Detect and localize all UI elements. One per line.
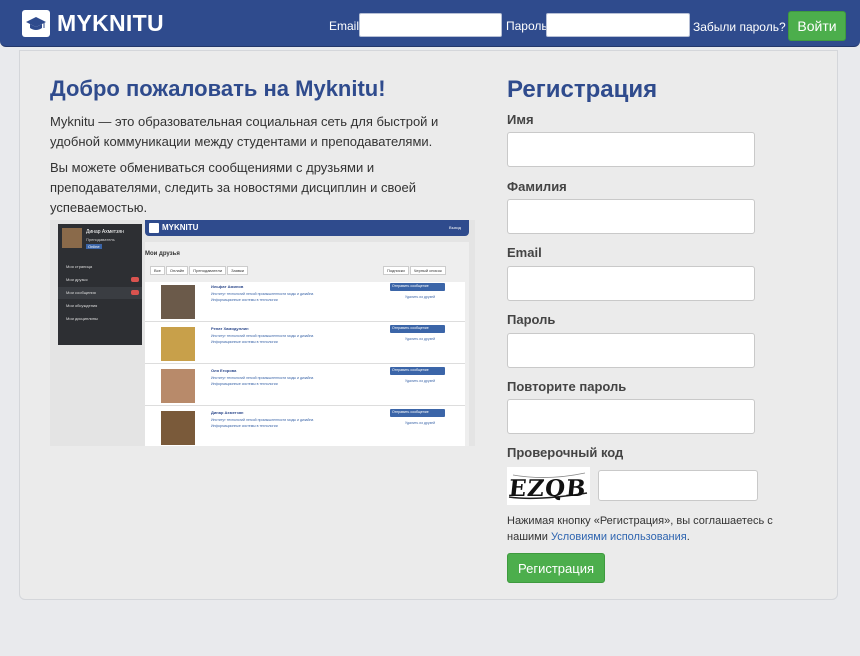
preview-remove-link: Удалить из друзей xyxy=(405,421,436,425)
password-repeat-input[interactable] xyxy=(507,399,755,434)
preview-remove-link: Удалить из друзей xyxy=(405,295,436,299)
preview-sidebar: Динар Ахметзян Преподаватель Online Моя … xyxy=(58,224,142,345)
terms-text: Нажимая кнопку «Регистрация», вы соглаша… xyxy=(507,513,797,545)
preview-badge xyxy=(131,277,139,282)
preview-exit: Выход xyxy=(449,225,461,230)
terms-suffix: . xyxy=(686,531,690,543)
brand-name: MYKNITU xyxy=(57,10,164,36)
preview-remove-link: Удалить из друзей xyxy=(405,337,436,341)
preview-tab: Черный список xyxy=(409,266,446,275)
preview-friend-photo xyxy=(161,327,195,361)
preview-friend-row: Ильфат Аминов Институт технологий легкой… xyxy=(145,282,465,322)
preview-tab: Преподаватели xyxy=(189,266,227,275)
preview-friend-row: Оля Егорова Институт технологий легкой п… xyxy=(145,366,465,406)
preview-send-button: Отправить сообщение xyxy=(390,325,445,333)
preview-brand: MYKNITU xyxy=(162,223,199,232)
preview-friend-row: Динар Ахметзян Институт технологий легко… xyxy=(145,408,465,446)
first-name-input[interactable] xyxy=(507,132,755,167)
password-label: Пароль xyxy=(507,312,556,327)
last-name-label: Фамилия xyxy=(507,179,567,194)
first-name-label: Имя xyxy=(507,112,534,127)
preview-tab: Онлайн xyxy=(165,266,189,275)
preview-menu-item: Мои друзья xyxy=(66,277,88,282)
preview-topbar: MYKNITU Выход xyxy=(145,220,469,236)
registration-title: Регистрация xyxy=(507,76,658,103)
captcha-image: EZQB xyxy=(507,467,590,505)
login-email-input[interactable] xyxy=(359,13,502,37)
password-repeat-label: Повторите пароль xyxy=(507,379,627,394)
last-name-input[interactable] xyxy=(507,199,755,234)
login-password-label: Пароль xyxy=(506,19,548,33)
graduation-cap-icon xyxy=(22,10,50,37)
preview-send-button: Отправить сообщение xyxy=(390,283,445,291)
preview-send-button: Отправить сообщение xyxy=(390,409,445,417)
preview-tabs: Все Онлайн Преподаватели Заявки xyxy=(150,266,249,275)
preview-friend-name: Ренат Хамидуллин xyxy=(211,326,249,331)
preview-friend-desc: Институт технологий легкой промышленност… xyxy=(211,418,314,428)
preview-tab: Заявки xyxy=(227,266,249,275)
preview-friend-name: Оля Егорова xyxy=(211,368,237,373)
login-button[interactable]: Войти xyxy=(788,11,846,41)
preview-friend-list: Ильфат Аминов Институт технологий легкой… xyxy=(145,282,465,446)
preview-user-role: Преподаватель xyxy=(86,237,115,242)
preview-tab: Все xyxy=(150,266,165,275)
welcome-title: Добро пожаловать на Myknitu! xyxy=(50,76,386,101)
preview-friend-photo xyxy=(161,285,195,319)
intro-paragraph-1: Myknitu — это образовательная социальная… xyxy=(50,114,439,149)
preview-right-tabs: Подписки Черный список xyxy=(383,266,447,275)
preview-send-button: Отправить сообщение xyxy=(390,367,445,375)
forgot-password-link[interactable]: Забыли пароль? xyxy=(693,20,786,34)
login-email-label: Email xyxy=(329,19,360,33)
preview-menu-item: Моя страница xyxy=(66,264,93,269)
brand[interactable]: MYKNITU xyxy=(22,10,164,37)
captcha-input[interactable] xyxy=(598,470,758,501)
preview-avatar xyxy=(62,228,82,248)
terms-link[interactable]: Условиями использования xyxy=(551,531,687,543)
preview-badge xyxy=(131,290,139,295)
preview-friend-photo xyxy=(161,369,195,403)
preview-tab: Подписки xyxy=(383,266,409,275)
preview-friend-desc: Институт технологий легкой промышленност… xyxy=(211,334,314,344)
register-button[interactable]: Регистрация xyxy=(507,553,605,583)
preview-friend-row: Ренат Хамидуллин Институт технологий лег… xyxy=(145,324,465,364)
password-input[interactable] xyxy=(507,333,755,368)
preview-friend-desc: Институт технологий легкой промышленност… xyxy=(211,376,314,386)
preview-logo-icon xyxy=(149,223,159,233)
app-preview-image: Динар Ахметзян Преподаватель Online Моя … xyxy=(50,220,475,446)
preview-remove-link: Удалить из друзей xyxy=(405,379,436,383)
preview-menu-item: Мои обсуждения xyxy=(66,303,98,308)
preview-user-name: Динар Ахметзян xyxy=(86,229,124,235)
preview-heading: Мои друзья xyxy=(145,251,180,257)
preview-friend-photo xyxy=(161,411,195,445)
top-navbar: MYKNITU Email Пароль Забыли пароль? Войт… xyxy=(0,0,860,47)
captcha-label: Проверочный код xyxy=(507,445,624,460)
preview-online-badge: Online xyxy=(86,244,102,249)
preview-friend-name: Ильфат Аминов xyxy=(211,284,244,289)
login-password-input[interactable] xyxy=(546,13,690,37)
email-input[interactable] xyxy=(507,266,755,301)
email-label: Email xyxy=(507,245,542,260)
preview-friend-name: Динар Ахметзян xyxy=(211,410,244,415)
preview-friend-desc: Институт технологий легкой промышленност… xyxy=(211,292,314,302)
intro-paragraph-2: Вы можете обмениваться сообщениями с дру… xyxy=(50,160,416,215)
preview-content: Мои друзья Все Онлайн Преподаватели Заяв… xyxy=(145,242,469,446)
preview-menu-item: Мои сообщения xyxy=(66,290,96,295)
preview-menu-item: Мои дисциплины xyxy=(66,316,98,321)
captcha-text: EZQB xyxy=(507,475,588,502)
